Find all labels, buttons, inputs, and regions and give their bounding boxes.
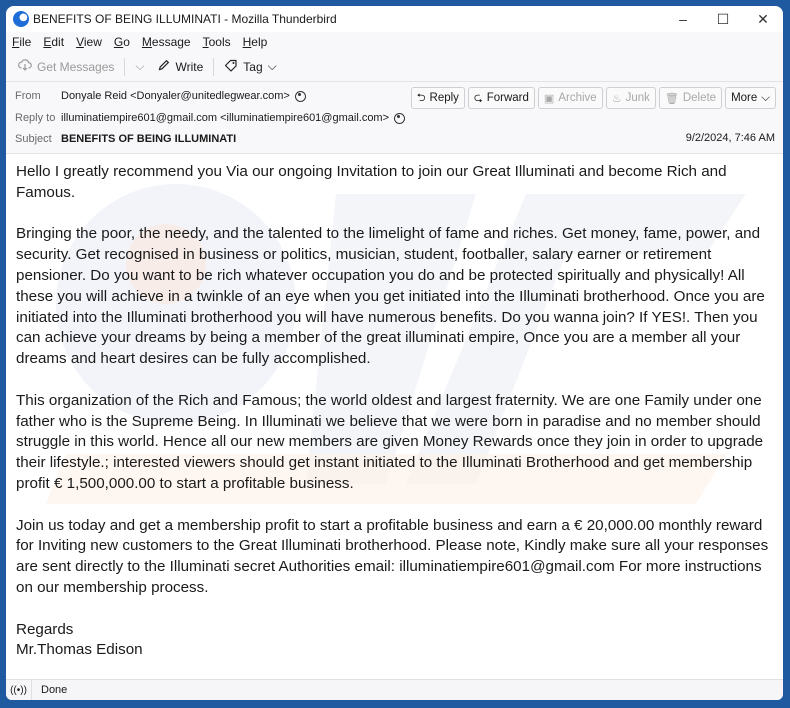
chevron-down-icon: ⌵ [267,59,277,73]
message-paragraph: Hello I greatly recommend you Via our on… [16,163,727,201]
chevron-down-icon: ⌵ [761,91,770,104]
from-label: From [15,90,41,102]
add-contact-icon[interactable] [294,90,306,102]
menu-view[interactable]: View [76,35,102,49]
menu-bar: File Edit View Go Message Tools Help [6,32,783,52]
thunderbird-window: BENEFITS OF BEING ILLUMINATI - Mozilla T… [6,6,783,700]
message-signature: Mr.Thomas Edison [16,641,143,659]
tag-icon [224,59,238,75]
reply-to-label: Reply to [15,112,56,124]
message-body: Hello I greatly recommend you Via our on… [6,154,783,676]
delete-button[interactable]: 🗑 Delete [658,87,723,109]
menu-edit[interactable]: Edit [43,35,64,49]
get-messages-dropdown[interactable]: ⌵ [131,57,148,76]
menu-accel: M [141,35,152,49]
message-paragraph: Bringing the poor, the needy, and the ta… [16,225,765,368]
close-button[interactable]: ✕ [743,6,783,32]
subject-value: BENEFITS OF BEING ILLUMINATI [61,133,237,145]
message-header: From Donyale Reid <Donyaler@unitedlegwea… [6,82,783,154]
message-paragraph: This organization of the Rich and Famous… [16,391,764,492]
menu-tools[interactable]: Tools [203,35,231,49]
write-label: Write [175,59,204,74]
menu-label: elp [251,35,268,49]
message-actions: ⮌ Reply ⮎ Forward ▣ Archive ♨ Junk 🗑 Del… [408,87,776,109]
cloud-download-icon [18,59,32,74]
menu-go[interactable]: Go [114,35,130,49]
maximize-button[interactable]: ☐ [703,6,743,32]
forward-button[interactable]: ⮎ Forward [467,87,535,109]
online-status-icon[interactable]: ((•)) [6,680,32,700]
status-bar: ((•)) Done [6,679,783,700]
menu-label: dit [51,35,65,49]
tag-button[interactable]: Tag ⌵ [220,57,280,77]
add-contact-icon[interactable] [394,112,406,124]
more-label: More [731,92,758,104]
subject-label: Subject [15,133,52,145]
menu-label: iew [83,35,102,49]
message-content: Hello I greatly recommend you Via our on… [6,154,783,661]
menu-label: o [123,35,130,49]
menu-message[interactable]: Message [142,35,191,49]
reply-label: Reply [429,92,459,104]
get-messages-button[interactable]: Get Messages [14,57,118,76]
reply-to-row: Reply to illuminatiempire601@gmail.com <… [15,112,406,124]
subject-row: Subject BENEFITS OF BEING ILLUMINATI [15,133,236,145]
reply-button[interactable]: ⮌ Reply [410,87,465,109]
status-text: Done [41,684,68,696]
from-row: From Donyale Reid <Donyaler@unitedlegwea… [15,90,306,102]
message-closing: Regards [16,620,74,638]
get-messages-label: Get Messages [37,59,115,74]
menu-accel: H [242,35,252,49]
menu-label: ools [208,35,231,49]
chevron-down-icon: ⌵ [135,59,145,73]
window-title: BENEFITS OF BEING ILLUMINATI - Mozilla T… [33,12,337,26]
delete-label: Delete [682,92,717,104]
message-date: 9/2/2024, 7:46 AM [685,132,775,144]
menu-accel: V [76,35,84,49]
title-bar: BENEFITS OF BEING ILLUMINATI - Mozilla T… [6,6,783,32]
forward-label: Forward [486,92,529,104]
junk-flame-icon: ♨ [611,92,622,105]
archive-button[interactable]: ▣ Archive [537,87,603,109]
thunderbird-logo-icon [13,11,29,27]
junk-label: Junk [625,92,650,104]
archive-box-icon: ▣ [543,92,555,105]
minimize-button[interactable]: – [663,6,703,32]
reply-to-value[interactable]: illuminatiempire601@gmail.com <illuminat… [61,112,389,124]
tag-label: Tag [243,59,263,74]
from-value[interactable]: Donyale Reid <Donyaler@unitedlegwear.com… [61,90,290,102]
menu-label: ile [19,35,32,49]
junk-button[interactable]: ♨ Junk [605,87,656,109]
main-toolbar: Get Messages ⌵ Write Tag ⌵ [6,52,783,82]
trash-icon: 🗑 [664,92,679,105]
archive-label: Archive [558,92,597,104]
message-paragraph: Join us today and get a membership profi… [16,516,769,596]
toolbar-separator [124,57,126,76]
more-button[interactable]: More ⌵ [725,87,776,109]
menu-accel: G [113,35,124,49]
menu-help[interactable]: Help [243,35,268,49]
menu-label: essage [151,35,191,49]
forward-icon: ⮎ [473,91,483,104]
reply-icon: ⮌ [416,91,426,104]
toolbar-separator [213,57,215,76]
pencil-icon [158,59,170,74]
write-button[interactable]: Write [154,57,207,76]
menu-file[interactable]: File [12,35,31,49]
